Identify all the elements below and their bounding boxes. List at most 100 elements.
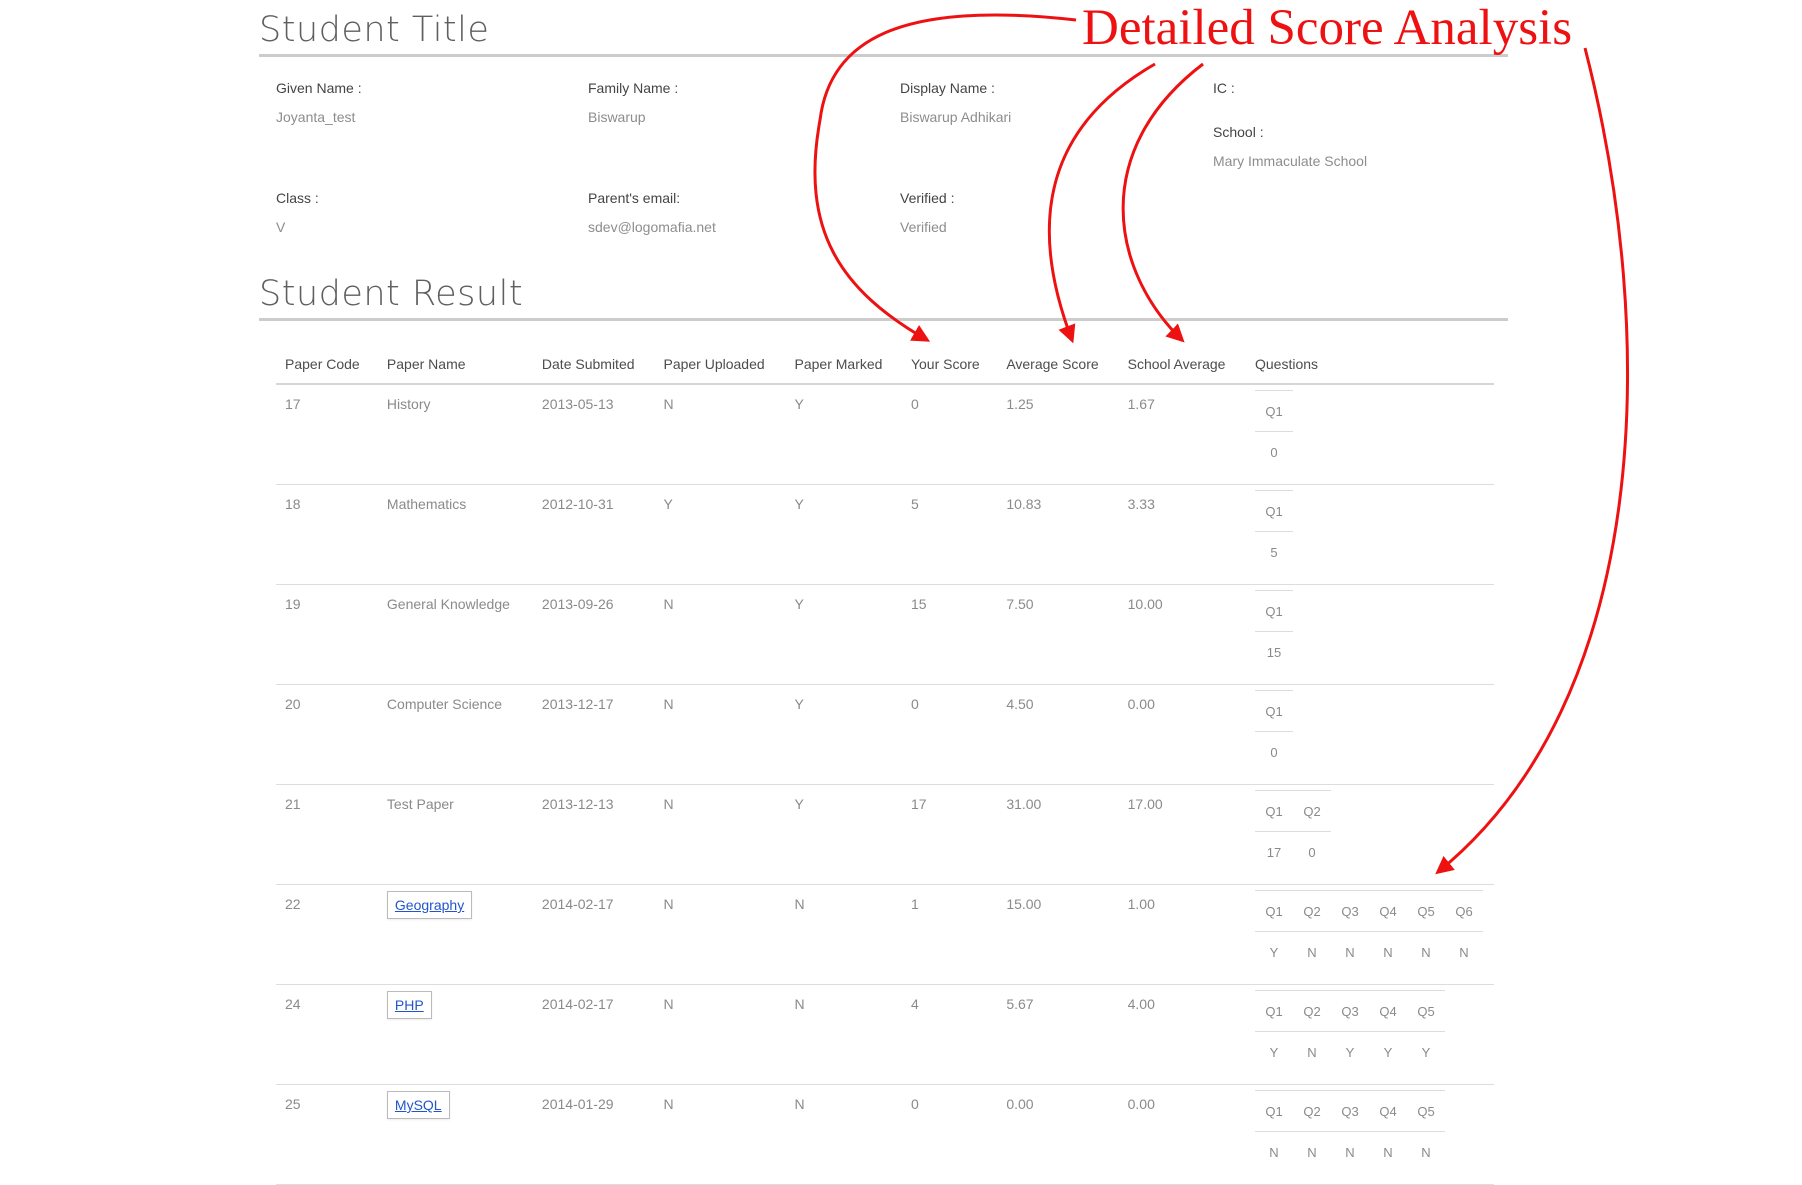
ic-field: IC :	[1213, 80, 1235, 96]
paper-code-cell: 20	[276, 684, 378, 785]
table-row: 21 Test Paper 2013-12-13 N Y 17 31.00 17.00 Q1 Q2…	[276, 784, 1494, 885]
school-average-cell: 0.00	[1118, 1084, 1246, 1185]
paper-code-cell: 21	[276, 784, 378, 885]
marked-cell: Y	[785, 484, 902, 585]
question-analysis-table: Q1 Q2 Q3 Q4 Q5 N N N N N	[1255, 1090, 1445, 1172]
school-average-cell: 1.67	[1118, 384, 1246, 485]
school-average-cell: 3.33	[1118, 484, 1246, 585]
marked-cell: Y	[785, 384, 902, 485]
student-result-heading: Student Result	[259, 272, 1508, 321]
question-answer: N	[1293, 931, 1331, 972]
question-label: Q1	[1255, 390, 1293, 432]
marked-cell: Y	[785, 584, 902, 685]
header-paper-marked: Paper Marked	[785, 345, 902, 385]
question-label: Q6	[1445, 890, 1483, 932]
question-label: Q1	[1255, 990, 1293, 1032]
given-name-field: Given Name : Joyanta_test	[276, 80, 362, 125]
question-label: Q1	[1255, 590, 1293, 632]
paper-code-cell: 19	[276, 584, 378, 685]
table-row: 18 Mathematics 2012-10-31 Y Y 5 10.83 3.33 Q1 5	[276, 484, 1494, 585]
question-label: Q4	[1369, 990, 1407, 1032]
question-label: Q2	[1293, 990, 1331, 1032]
question-label: Q3	[1331, 990, 1369, 1032]
score-cell: 0	[901, 1084, 998, 1185]
school-average-cell: 17.00	[1118, 784, 1246, 885]
question-answer: N	[1293, 1131, 1331, 1172]
question-answer: Y	[1407, 1031, 1445, 1072]
question-analysis-table: Q1 15	[1255, 590, 1293, 672]
question-analysis-table: Q1 0	[1255, 390, 1293, 472]
uploaded-cell: N	[654, 984, 786, 1085]
family-name-label: Family Name :	[588, 80, 679, 96]
paper-code-cell: 24	[276, 984, 378, 1085]
score-cell: 1	[901, 884, 998, 985]
paper-name-link[interactable]: Geography	[395, 897, 464, 913]
paper-code-cell: 18	[276, 484, 378, 585]
date-cell: 2013-09-26	[532, 584, 655, 685]
question-answer: 5	[1255, 531, 1293, 572]
header-paper-code: Paper Code	[276, 345, 378, 385]
average-score-cell: 7.50	[997, 584, 1119, 685]
question-label: Q3	[1331, 1090, 1369, 1132]
verified-field: Verified : Verified	[900, 190, 954, 235]
question-answer: 0	[1293, 831, 1331, 872]
paper-name-cell: Test Paper	[377, 784, 533, 885]
verified-label: Verified :	[900, 190, 955, 206]
question-answer: N	[1369, 931, 1407, 972]
paper-name-link[interactable]: MySQL	[395, 1097, 442, 1113]
questions-cell: Q1 5	[1246, 484, 1494, 585]
score-cell: 5	[901, 484, 998, 585]
header-average-score: Average Score	[997, 345, 1119, 385]
parent-email-value: sdev@logomafia.net	[588, 219, 716, 235]
uploaded-cell: N	[654, 1084, 786, 1185]
table-row: 22 Geography 2014-02-17 N N 1 15.00 1.00 Q1 Q2 Q3 Q…	[276, 884, 1494, 985]
question-answer: 0	[1255, 431, 1293, 472]
school-average-cell: 4.00	[1118, 984, 1246, 1085]
class-field: Class : V	[276, 190, 319, 235]
question-label: Q5	[1407, 1090, 1445, 1132]
paper-name-link[interactable]: PHP	[395, 997, 424, 1013]
paper-name-cell: PHP	[377, 984, 533, 1085]
question-label: Q5	[1407, 990, 1445, 1032]
uploaded-cell: N	[654, 784, 786, 885]
uploaded-cell: N	[654, 584, 786, 685]
question-label: Q2	[1293, 1090, 1331, 1132]
score-cell: 15	[901, 584, 998, 685]
parent-email-label: Parent's email:	[588, 190, 681, 206]
average-score-cell: 5.67	[997, 984, 1119, 1085]
question-answer: 15	[1255, 631, 1293, 672]
paper-name-cell: Computer Science	[377, 684, 533, 785]
question-answer: Y	[1255, 1031, 1293, 1072]
question-analysis-table: Q1 0	[1255, 690, 1293, 772]
question-answer: N	[1331, 931, 1369, 972]
table-row: 24 PHP 2014-02-17 N N 4 5.67 4.00 Q1 Q2 Q3 Q4 Q5 Y N Y Y…	[276, 984, 1494, 1085]
school-label: School :	[1213, 124, 1264, 140]
display-name-value: Biswarup Adhikari	[900, 109, 1012, 125]
score-cell: 0	[901, 384, 998, 485]
marked-cell: N	[785, 984, 902, 1085]
date-cell: 2014-01-29	[532, 1084, 655, 1185]
uploaded-cell: N	[654, 384, 786, 485]
marked-cell: N	[785, 884, 902, 985]
questions-cell: Q1 Q2 Q3 Q4 Q5 N N N N N	[1246, 1084, 1494, 1185]
question-answer: N	[1407, 1131, 1445, 1172]
average-score-cell: 31.00	[997, 784, 1119, 885]
date-cell: 2014-02-17	[532, 984, 655, 1085]
score-cell: 0	[901, 684, 998, 785]
questions-cell: Q1 Q2 Q3 Q4 Q5 Y N Y Y Y	[1246, 984, 1494, 1085]
question-answer: Y	[1331, 1031, 1369, 1072]
question-label: Q5	[1407, 890, 1445, 932]
question-label: Q3	[1331, 890, 1369, 932]
question-answer: N	[1293, 1031, 1331, 1072]
date-cell: 2012-10-31	[532, 484, 655, 585]
question-answer: N	[1369, 1131, 1407, 1172]
question-label: Q1	[1255, 1090, 1293, 1132]
date-cell: 2013-12-17	[532, 684, 655, 785]
header-paper-name: Paper Name	[377, 345, 533, 385]
date-cell: 2014-02-17	[532, 884, 655, 985]
question-answer: 0	[1255, 731, 1293, 772]
paper-name-cell: MySQL	[377, 1084, 533, 1185]
marked-cell: Y	[785, 684, 902, 785]
parent-email-field: Parent's email: sdev@logomafia.net	[588, 190, 716, 235]
marked-cell: Y	[785, 784, 902, 885]
